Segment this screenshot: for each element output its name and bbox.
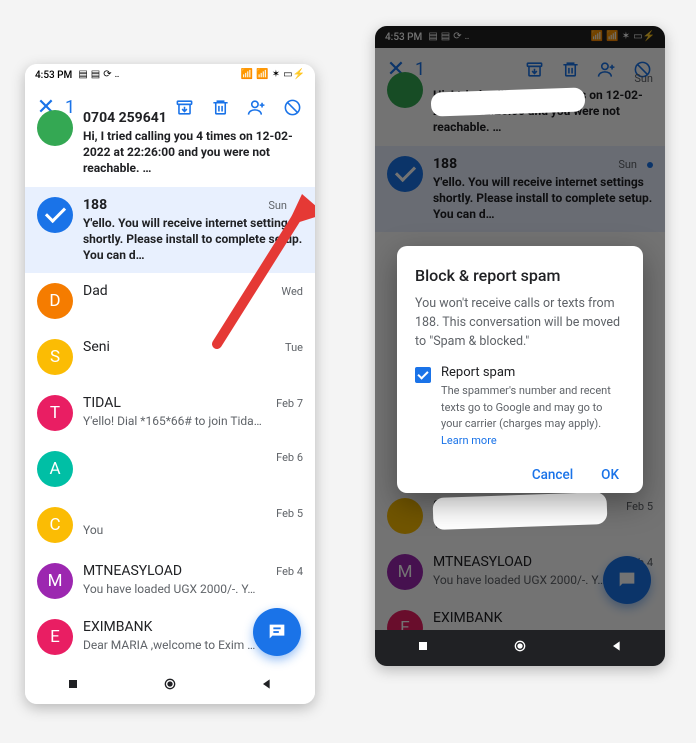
avatar: M xyxy=(387,554,423,590)
unread-dot-icon xyxy=(647,162,653,168)
conversation-name: 188 xyxy=(83,197,262,213)
avatar: E xyxy=(37,619,73,655)
statusbar-time: 4:53 PM xyxy=(35,70,72,81)
dialog-cancel-button[interactable]: Cancel xyxy=(532,467,573,483)
signal1-icon: 📶 xyxy=(241,70,253,80)
dialog-title: Block & report spam xyxy=(415,266,625,285)
conversation-item[interactable]: S Seni Tue xyxy=(25,329,315,385)
conversation-date: Feb 5 xyxy=(626,500,653,513)
unread-dot-icon xyxy=(297,203,303,209)
sync-icon: ⟳ xyxy=(453,32,461,42)
sim2-icon: ▤ xyxy=(441,32,450,42)
conversation-name: Seni xyxy=(83,339,279,355)
conversation-date: Feb 7 xyxy=(276,397,303,410)
sim1-icon: ▤ xyxy=(428,32,437,42)
conversation-preview: Y'ello. You will receive internet settin… xyxy=(83,215,303,264)
conversation-name: Dad xyxy=(83,283,275,299)
conversation-name: 188 xyxy=(433,156,612,172)
conversation-item[interactable]: A Feb 6 xyxy=(25,441,315,497)
battery-icon: ▭⚡ xyxy=(633,32,655,42)
redaction-scribble-icon xyxy=(435,494,606,528)
new-message-fab[interactable] xyxy=(253,608,301,656)
statusbar-indicators-left: ▤ ▤ ⟳ ‥ xyxy=(78,70,119,80)
statusbar-time: 4:53 PM xyxy=(385,32,422,43)
avatar-check-icon xyxy=(387,156,423,192)
conversation-item[interactable]: D Dad Wed xyxy=(25,273,315,329)
avatar: A xyxy=(37,451,73,487)
statusbar-indicators-right: 📶 📶 ✶ ▭⚡ xyxy=(241,70,305,80)
status-bar: 4:53 PM ▤ ▤ ⟳ ‥ 📶 📶 ✶ ▭⚡ xyxy=(375,26,665,48)
conversation-preview: Y'ello! Dial *165*66# to join Tida… xyxy=(83,413,303,429)
nav-home-button[interactable] xyxy=(512,638,528,658)
conversation-item[interactable]: 0704 259641 Hi, I tried calling you 4 ti… xyxy=(25,100,315,187)
avatar: D xyxy=(37,283,73,319)
sim1-icon: ▤ xyxy=(78,70,87,80)
conversation-item-selected[interactable]: 188 Sun Y'ello. You will receive interne… xyxy=(375,146,665,233)
avatar: T xyxy=(37,395,73,431)
statusbar-indicators-left: ▤ ▤ ⟳ ‥ xyxy=(428,32,469,42)
new-message-fab[interactable] xyxy=(603,556,651,604)
conversation-date: Feb 4 xyxy=(276,565,303,578)
status-bar: 4:53 PM ▤ ▤ ⟳ ‥ 📶 📶 ✶ ▭⚡ xyxy=(25,64,315,86)
wifi-icon: ✶ xyxy=(622,32,630,42)
nav-home-button[interactable] xyxy=(162,676,178,696)
conversation-item-selected[interactable]: 188 Sun Y'ello. You will receive interne… xyxy=(25,187,315,274)
nav-recent-button[interactable] xyxy=(415,638,431,658)
conversation-name: 0704 259641 xyxy=(83,110,297,126)
block-report-dialog: Block & report spam You won't receive ca… xyxy=(397,246,643,493)
more-icon: ‥ xyxy=(465,32,470,42)
conversation-date: Feb 6 xyxy=(276,451,303,464)
statusbar-indicators-right: 📶 📶 ✶ ▭⚡ xyxy=(591,32,655,42)
avatar xyxy=(387,498,423,534)
phone-screenshot-left: 4:53 PM ▤ ▤ ⟳ ‥ 📶 📶 ✶ ▭⚡ ✕ 1 xyxy=(25,64,315,704)
conversation-date: Tue xyxy=(285,341,303,354)
conversation-name: MTNEASYLOAD xyxy=(83,563,270,579)
avatar-check-icon xyxy=(37,197,73,233)
report-spam-checkbox[interactable] xyxy=(415,367,431,383)
nav-back-button[interactable] xyxy=(259,676,275,696)
signal2-icon: 📶 xyxy=(606,32,618,42)
report-spam-label: Report spam xyxy=(441,365,625,380)
avatar xyxy=(37,110,73,146)
phone-screenshot-right: 4:53 PM ▤ ▤ ⟳ ‥ 📶 📶 ✶ ▭⚡ ✕ 1 xyxy=(375,26,665,666)
learn-more-link[interactable]: Learn more xyxy=(441,434,497,447)
avatar: C xyxy=(37,507,73,543)
nav-back-button[interactable] xyxy=(609,638,625,658)
dialog-ok-button[interactable]: OK xyxy=(601,467,619,483)
conversation-item[interactable]: T TIDAL Feb 7 Y'ello! Dial *165*66# to j… xyxy=(25,385,315,441)
avatar: M xyxy=(37,563,73,599)
avatar: S xyxy=(37,339,73,375)
conversation-preview: Hi, I tried calling you 4 times on 12-02… xyxy=(83,128,303,177)
conversation-preview: You xyxy=(83,522,303,538)
dialog-body: You won't receive calls or texts from 18… xyxy=(415,295,625,351)
conversation-date: Sun xyxy=(634,72,653,85)
conversation-preview: Y'ello. You will receive internet settin… xyxy=(433,174,653,223)
wifi-icon: ✶ xyxy=(272,70,280,80)
sim2-icon: ▤ xyxy=(91,70,100,80)
report-spam-description: The spammer's number and recent texts go… xyxy=(441,383,625,449)
more-icon: ‥ xyxy=(115,70,120,80)
conversation-preview: You have loaded UGX 2000/-. Y… xyxy=(83,581,303,597)
conversation-name: MTNEASYLOAD xyxy=(433,554,620,570)
conversation-item[interactable]: C Feb 5 You xyxy=(25,497,315,553)
android-navbar xyxy=(25,668,315,704)
conversation-date: Feb 5 xyxy=(276,507,303,520)
battery-icon: ▭⚡ xyxy=(283,70,305,80)
conversation-item[interactable]: M MTNEASYLOAD Feb 4 You have loaded UGX … xyxy=(25,553,315,609)
conversation-name: TIDAL xyxy=(83,395,270,411)
conversation-list[interactable]: 0704 259641 Hi, I tried calling you 4 ti… xyxy=(25,100,315,665)
nav-recent-button[interactable] xyxy=(65,676,81,696)
conversation-date: Wed xyxy=(281,285,303,298)
conversation-name: EXIMBANK xyxy=(433,610,647,626)
conversation-date: Sun xyxy=(618,158,637,171)
conversation-date: Sun xyxy=(268,199,287,212)
sync-icon: ⟳ xyxy=(103,70,111,80)
signal1-icon: 📶 xyxy=(591,32,603,42)
signal2-icon: 📶 xyxy=(256,70,268,80)
android-navbar xyxy=(375,630,665,666)
avatar xyxy=(387,72,423,108)
report-spam-description-text: The spammer's number and recent texts go… xyxy=(441,384,611,430)
